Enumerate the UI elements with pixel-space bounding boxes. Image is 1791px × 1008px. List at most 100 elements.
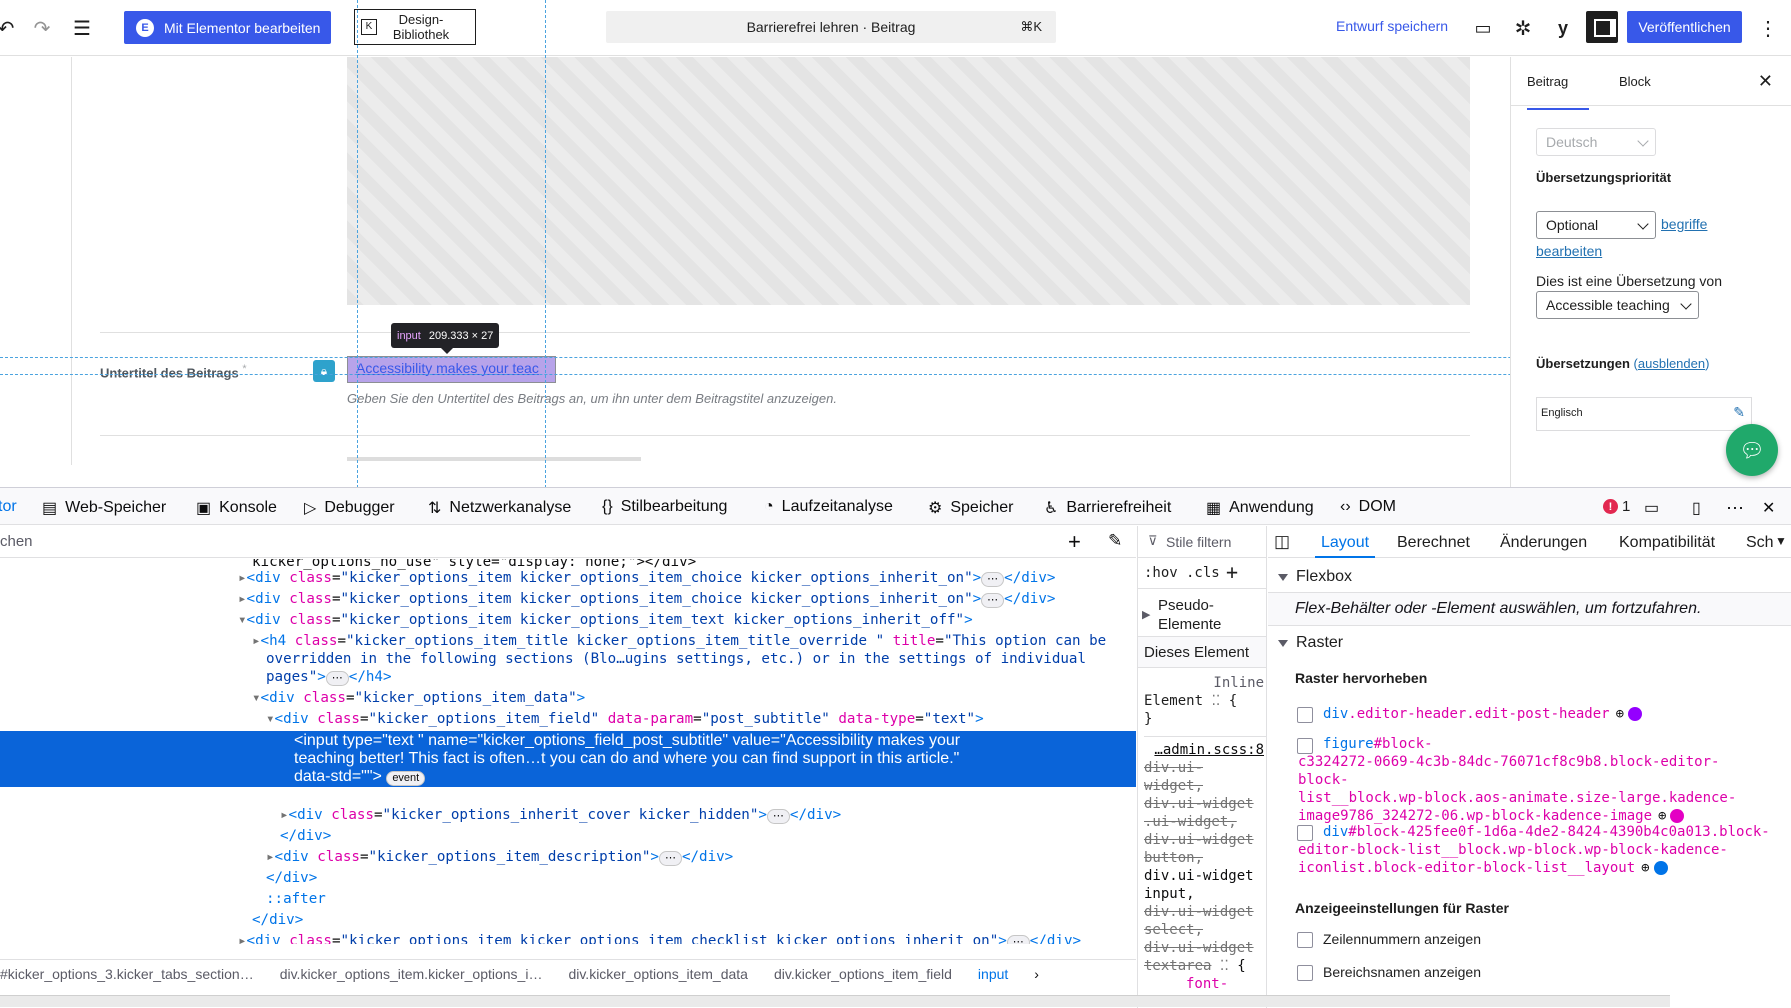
- responsive-design-icon[interactable]: ▯: [1692, 498, 1701, 518]
- tab-changes[interactable]: Änderungen: [1500, 534, 1587, 552]
- breadcrumb-item[interactable]: div.kicker_options_item_data: [568, 966, 748, 982]
- collapsed-triangle-icon[interactable]: ▸: [238, 570, 247, 586]
- markup-line[interactable]: ▸<div class="kicker_options_item kicker_…: [238, 590, 1055, 608]
- dock-side-icon[interactable]: ▭: [1644, 498, 1659, 518]
- close-icon[interactable]: ✕: [1762, 498, 1775, 518]
- markup-line[interactable]: ▾<div class="kicker_options_item_field" …: [266, 710, 984, 728]
- lock-icon[interactable]: 🔒︎: [313, 360, 335, 382]
- error-counter[interactable]: ! 1: [1603, 498, 1630, 515]
- tab-performance[interactable]: ◔ Laufzeitanalyse: [764, 498, 893, 516]
- hov-toggle[interactable]: :hov: [1144, 565, 1178, 581]
- publish-button[interactable]: Veröffentlichen: [1627, 11, 1742, 43]
- undo-icon[interactable]: ↶: [0, 14, 20, 42]
- settings-sidebar-toggle[interactable]: [1586, 11, 1618, 43]
- tab-layout[interactable]: Layout: [1315, 534, 1376, 558]
- tab-compatibility[interactable]: Kompatibilität: [1619, 534, 1715, 552]
- grid-section-header[interactable]: Raster: [1278, 634, 1343, 652]
- command-palette-bar[interactable]: Barrierefrei lehren · Beitrag ⌘K: [606, 11, 1056, 43]
- cls-toggle[interactable]: .cls: [1186, 565, 1220, 581]
- stylesheet-source-link[interactable]: …admin.scss:8: [1144, 741, 1266, 759]
- expand-badge[interactable]: ⋯: [325, 671, 349, 686]
- chevron-down-icon[interactable]: ▼: [1775, 534, 1787, 548]
- collapsed-triangle-icon[interactable]: ▸: [238, 591, 247, 607]
- design-library-button[interactable]: K Design- Bibliothek: [354, 9, 476, 45]
- grid-target-icon[interactable]: ⊕: [1616, 706, 1624, 722]
- tab-debugger[interactable]: ▷ Debugger: [304, 498, 395, 518]
- tab-console[interactable]: ▣ Konsole: [196, 498, 277, 518]
- preview-desktop-icon[interactable]: ▭: [1469, 14, 1497, 42]
- expanded-triangle-icon[interactable]: ▾: [238, 612, 247, 628]
- breadcrumb-item[interactable]: div.kicker_options_item.kicker_options_i…: [280, 966, 543, 982]
- hide-translations-link[interactable]: ausblenden: [1638, 356, 1705, 371]
- collapsed-triangle-icon[interactable]: ▸: [266, 849, 275, 865]
- grid-color-swatch[interactable]: [1670, 809, 1685, 823]
- event-badge[interactable]: event: [386, 771, 426, 786]
- expand-badge[interactable]: ⋯: [981, 572, 1005, 587]
- subtitle-input[interactable]: Accessibility makes your teac: [347, 356, 556, 383]
- priority-select[interactable]: Optional: [1536, 211, 1656, 239]
- document-overview-icon[interactable]: ☰: [68, 14, 96, 42]
- expanded-triangle-icon[interactable]: ▾: [266, 711, 275, 727]
- markup-line[interactable]: ▸<div class="kicker_options_item kicker_…: [238, 932, 1081, 944]
- markup-line[interactable]: ▸<h4 class="kicker_options_item_title ki…: [252, 632, 1106, 650]
- horizontal-scrollbar[interactable]: [347, 457, 641, 461]
- markup-line[interactable]: ▾<div class="kicker_options_item_data">: [252, 689, 585, 707]
- search-markup-input[interactable]: chen: [0, 533, 33, 550]
- css-property[interactable]: font-: [1144, 975, 1266, 993]
- breadcrumb-item[interactable]: #kicker_options_3.kicker_tabs_section…: [0, 966, 254, 982]
- redo-icon[interactable]: ↷: [28, 14, 56, 42]
- accessibility-checker-icon[interactable]: ✲: [1509, 14, 1537, 42]
- expand-badge[interactable]: ⋯: [1006, 935, 1030, 944]
- tab-accessibility[interactable]: ♿︎ Barrierefreiheit: [1044, 498, 1171, 518]
- pencil-icon[interactable]: ✎: [1733, 404, 1745, 421]
- tab-fonts[interactable]: Sch: [1746, 534, 1774, 552]
- tab-computed[interactable]: Berechnet: [1397, 534, 1470, 552]
- expand-badge[interactable]: ⋯: [766, 809, 790, 824]
- eyedropper-icon[interactable]: ✎: [1108, 531, 1122, 551]
- yoast-seo-icon[interactable]: y: [1549, 14, 1577, 42]
- pseudo-element[interactable]: ::after: [266, 891, 326, 907]
- tab-inspector[interactable]: tor: [0, 498, 17, 516]
- edit-link[interactable]: bearbeiten: [1536, 243, 1602, 259]
- more-options-icon[interactable]: ⋮: [1754, 14, 1782, 42]
- tab-application[interactable]: ▦ Anwendung: [1206, 498, 1314, 518]
- tab-storage[interactable]: ▤ Web-Speicher: [42, 498, 166, 518]
- tab-block[interactable]: Block: [1619, 74, 1651, 89]
- chevron-right-icon[interactable]: ›: [1034, 966, 1039, 982]
- collapsed-triangle-icon[interactable]: ▸: [280, 807, 289, 823]
- expand-badge[interactable]: ⋯: [658, 851, 682, 866]
- line-numbers-checkbox[interactable]: [1297, 932, 1313, 948]
- flexbox-section-header[interactable]: Flexbox: [1278, 568, 1352, 586]
- sidebar-toggle-icon[interactable]: ◫: [1274, 532, 1290, 552]
- tab-dom[interactable]: ‹› DOM: [1340, 498, 1396, 516]
- save-draft-button[interactable]: Entwurf speichern: [1336, 18, 1448, 34]
- expand-badge[interactable]: ⋯: [981, 593, 1005, 608]
- area-names-checkbox[interactable]: [1297, 965, 1313, 981]
- translation-of-select[interactable]: Accessible teaching: [1536, 291, 1699, 319]
- language-select[interactable]: Deutsch: [1536, 128, 1656, 156]
- grid-color-swatch[interactable]: [1628, 707, 1643, 721]
- selected-markup-node[interactable]: <input type="text " name="kicker_options…: [0, 731, 1136, 787]
- expanded-triangle-icon[interactable]: ▾: [252, 690, 261, 706]
- breadcrumb-item[interactable]: input: [978, 966, 1008, 982]
- close-icon[interactable]: ✕: [1758, 71, 1773, 92]
- collapsed-triangle-icon[interactable]: ▸: [252, 633, 261, 649]
- grid-checkbox[interactable]: [1297, 707, 1313, 723]
- chat-icon[interactable]: 💬︎: [1726, 424, 1778, 476]
- add-rule-icon[interactable]: +: [1226, 560, 1238, 584]
- image-block-placeholder[interactable]: [347, 57, 1470, 305]
- markup-line[interactable]: ▸<div class="kicker_options_inherit_cove…: [280, 806, 841, 824]
- terms-link[interactable]: begriffe: [1661, 216, 1707, 232]
- filter-styles-input[interactable]: Stile filtern: [1166, 534, 1231, 550]
- markup-line[interactable]: ▸<div class="kicker_options_item kicker_…: [238, 569, 1055, 587]
- breadcrumb-item[interactable]: div.kicker_options_item_field: [774, 966, 952, 982]
- elementor-edit-button[interactable]: E Mit Elementor bearbeiten: [124, 11, 331, 44]
- more-options-icon[interactable]: ⋯: [1726, 498, 1744, 519]
- tab-network[interactable]: ⇅ Netzwerkanalyse: [428, 498, 571, 518]
- add-node-icon[interactable]: +: [1068, 529, 1081, 555]
- tab-memory[interactable]: ⚙ Speicher: [928, 498, 1014, 518]
- tab-style-editor[interactable]: {} Stilbearbeitung: [602, 498, 727, 516]
- markup-line[interactable]: ▾<div class="kicker_options_item kicker_…: [238, 611, 973, 629]
- grid-target-icon[interactable]: ⊕: [1658, 808, 1666, 824]
- pseudo-elements-toggle[interactable]: ▶ Pseudo- Elemente: [1142, 596, 1221, 634]
